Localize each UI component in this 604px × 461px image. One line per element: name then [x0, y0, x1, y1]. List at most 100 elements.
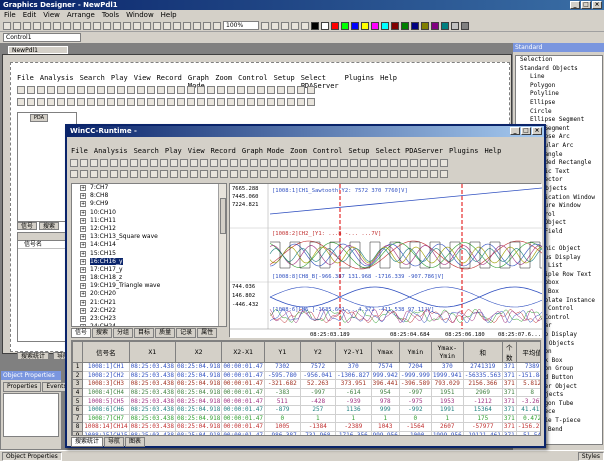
runtime-toolbar-icon[interactable] [340, 169, 348, 178]
runtime-toolbar-icon[interactable] [310, 158, 318, 167]
grid-header[interactable]: 和 [462, 341, 503, 363]
runtime-toolbar-icon[interactable] [230, 158, 238, 167]
runtime-toolbar-icon[interactable] [290, 158, 298, 167]
grid-header[interactable]: Y2-Y1 [335, 341, 372, 363]
runtime-toolbar-icon[interactable] [180, 169, 188, 178]
expand-icon[interactable]: + [80, 283, 86, 290]
toolbar-icon[interactable] [13, 21, 21, 30]
toolbar-icon[interactable] [153, 21, 161, 30]
runtime-menu-item[interactable]: File [71, 146, 88, 157]
runtime-toolbar-icon[interactable] [140, 158, 148, 167]
signal-tree-tab[interactable]: 目标 [134, 328, 155, 338]
signal-tree-item[interactable]: +11:CH11 [72, 217, 226, 225]
color-swatch[interactable] [431, 21, 439, 30]
color-swatch[interactable] [371, 21, 379, 30]
runtime-toolbar-icon[interactable] [170, 158, 178, 167]
runtime-toolbar-icon[interactable] [300, 158, 308, 167]
runtime-toolbar-icon[interactable] [190, 158, 198, 167]
statistics-tab[interactable]: 导航 [104, 437, 125, 447]
runtime-toolbar-icon[interactable] [360, 169, 368, 178]
signal-tree-item[interactable]: +10:CH10 [72, 209, 226, 217]
table-row[interactable]: 8 1008:14]CH14 08:25:03.438 08:25:04.918 00:… [72, 422, 540, 432]
grid-header[interactable]: Y2 [299, 341, 337, 363]
runtime-toolbar-icon[interactable] [430, 158, 438, 167]
menu-view[interactable]: View [43, 10, 60, 20]
runtime-toolbar-icon[interactable] [150, 169, 158, 178]
runtime-toolbar-icon[interactable] [110, 158, 118, 167]
toolbar-icon[interactable] [213, 21, 221, 30]
toolbar-icon[interactable] [43, 21, 51, 30]
runtime-toolbar-icon[interactable] [200, 158, 208, 167]
runtime-toolbar-icon[interactable] [400, 169, 408, 178]
grid-header[interactable]: Ymax-Ymin [430, 341, 464, 363]
runtime-toolbar-icon[interactable] [330, 158, 338, 167]
color-swatch[interactable] [441, 21, 449, 30]
toolbar-icon[interactable] [143, 21, 151, 30]
signal-tree-item[interactable]: +13:CH13_Square wave [72, 233, 226, 241]
table-row[interactable]: 2 1008:2]CH2 08:25:03.438 08:25:04.918 00:00… [72, 370, 540, 381]
runtime-toolbar-icon[interactable] [420, 158, 428, 167]
toolbar-icon[interactable] [281, 21, 289, 30]
color-swatch[interactable] [361, 21, 369, 30]
runtime-menu-item[interactable]: Help [484, 146, 501, 157]
runtime-toolbar-icon[interactable] [170, 169, 178, 178]
expand-icon[interactable]: + [80, 299, 86, 306]
grid-header[interactable]: 平均值 [515, 341, 540, 363]
runtime-menu-item[interactable]: Zoom [290, 146, 307, 157]
runtime-toolbar-icon[interactable] [190, 169, 198, 178]
runtime-toolbar-icon[interactable] [240, 158, 248, 167]
menu-file[interactable]: File [4, 10, 16, 20]
runtime-toolbar-icon[interactable] [400, 158, 408, 167]
runtime-toolbar-icon[interactable] [210, 169, 218, 178]
color-swatch[interactable] [461, 21, 469, 30]
grid-header[interactable]: Y1 [264, 341, 301, 363]
expand-icon[interactable]: + [80, 209, 86, 216]
runtime-toolbar-icon[interactable] [160, 158, 168, 167]
menu-tools[interactable]: Tools [102, 10, 119, 20]
color-swatch[interactable] [401, 21, 409, 30]
grid-header[interactable]: X1 [128, 341, 176, 363]
toolbar-icon[interactable] [261, 21, 269, 30]
expand-icon[interactable]: + [80, 193, 86, 200]
runtime-minimize-button[interactable]: _ [510, 127, 520, 135]
expand-icon[interactable]: + [80, 234, 86, 241]
runtime-toolbar-icon[interactable] [230, 169, 238, 178]
runtime-menu-item[interactable]: Setup [348, 146, 369, 157]
runtime-toolbar-icon[interactable] [160, 169, 168, 178]
runtime-toolbar-icon[interactable] [410, 169, 418, 178]
table-row[interactable]: 4 1008:4]CH4 08:25:03.438 08:25:04.918 00:00… [72, 387, 540, 398]
grid-header[interactable]: 信号名 [82, 341, 130, 363]
runtime-menu-item[interactable]: Record [211, 146, 236, 157]
runtime-toolbar-icon[interactable] [220, 158, 228, 167]
toolbar-icon[interactable] [163, 21, 171, 30]
signal-tree-tab[interactable]: 信号 [71, 328, 92, 338]
toolbar-icon[interactable] [113, 21, 121, 30]
runtime-toolbar-icon[interactable] [100, 158, 108, 167]
runtime-toolbar-icon[interactable] [270, 169, 278, 178]
runtime-toolbar-icon[interactable] [100, 169, 108, 178]
zoom-select[interactable]: 100% [223, 21, 259, 30]
runtime-toolbar-icon[interactable] [380, 169, 388, 178]
table-row[interactable]: 6 1008:6]CH6 08:25:03.438 08:25:04.918 00:00… [72, 404, 540, 415]
runtime-menu-item[interactable]: Select PDAServer [376, 146, 443, 157]
status-styles[interactable]: Styles [577, 451, 604, 461]
runtime-toolbar-icon[interactable] [300, 169, 308, 178]
signal-tree-tab[interactable]: 质量 [155, 328, 176, 338]
signal-chart[interactable]: 7665.288 7445.060 7224.821 744.036 146.802 -4… [229, 183, 542, 338]
color-swatch[interactable] [351, 21, 359, 30]
runtime-toolbar-icon[interactable] [390, 169, 398, 178]
object-properties-body[interactable] [3, 393, 59, 437]
expand-icon[interactable]: + [80, 258, 86, 265]
runtime-menu-item[interactable]: View [188, 146, 205, 157]
signal-tree-item[interactable]: +21:CH21 [72, 299, 226, 307]
signal-tree-tab[interactable]: 属性 [197, 328, 218, 338]
table-row[interactable]: 9 1008:15]CH15 08:25:03.438 08:25:04.918 00:… [72, 430, 540, 435]
runtime-toolbar-icon[interactable] [260, 158, 268, 167]
menu-help[interactable]: Help [161, 10, 177, 20]
runtime-toolbar-icon[interactable] [350, 158, 358, 167]
grid-header[interactable]: X2-X1 [221, 341, 266, 363]
toolbar-icon[interactable] [93, 21, 101, 30]
runtime-toolbar-icon[interactable] [210, 158, 218, 167]
signal-tree-item[interactable]: +7:CH7 [72, 184, 226, 192]
signal-tree-item[interactable]: +22:CH22 [72, 307, 226, 315]
